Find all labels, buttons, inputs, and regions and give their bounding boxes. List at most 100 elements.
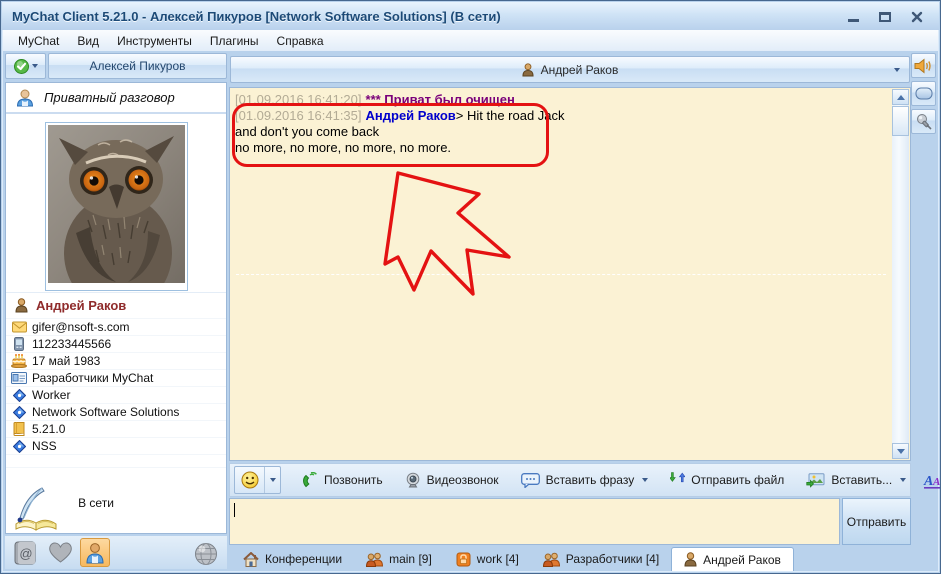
tab-conferences[interactable]: Конференции bbox=[231, 547, 354, 571]
chevron-down-icon bbox=[269, 478, 276, 482]
annotation-rect bbox=[232, 103, 549, 167]
online-status: В сети bbox=[78, 496, 114, 510]
chat-header[interactable]: Андрей Раков bbox=[230, 56, 910, 83]
detail-department: Разработчики MyChat bbox=[32, 371, 154, 385]
menu-mychat[interactable]: MyChat bbox=[9, 32, 68, 50]
detail-row-email: gifer@nsoft-s.com bbox=[6, 318, 226, 335]
right-toolbar bbox=[911, 53, 936, 569]
email-icon bbox=[6, 321, 32, 333]
compact-window-icon bbox=[915, 87, 932, 100]
info-icon bbox=[6, 439, 32, 453]
detail-row-company: Network Software Solutions bbox=[6, 403, 226, 420]
pin-icon bbox=[917, 114, 932, 130]
text-caret bbox=[234, 503, 235, 517]
phrase-bubble-icon bbox=[520, 472, 540, 488]
idcard-icon bbox=[6, 372, 32, 384]
favorites-button[interactable] bbox=[45, 538, 75, 567]
left-bottom-toolbar: @ bbox=[5, 536, 227, 569]
video-call-button[interactable]: Видеозвонок bbox=[397, 468, 507, 492]
chat-separator-line bbox=[236, 274, 886, 275]
detail-row-position: Worker bbox=[6, 386, 226, 403]
contact-name: Андрей Раков bbox=[36, 298, 127, 313]
self-name-header[interactable]: Алексей Пикуров bbox=[48, 53, 227, 79]
menu-bar: MyChat Вид Инструменты Плагины Справка bbox=[3, 30, 938, 51]
contact-card: Приватный разговор Андрей Раков gifer@ns… bbox=[5, 82, 227, 534]
insert-image-button[interactable]: Вставить... bbox=[798, 469, 914, 492]
menu-view[interactable]: Вид bbox=[68, 32, 108, 50]
call-button[interactable]: Позвонить bbox=[293, 468, 391, 492]
menu-help[interactable]: Справка bbox=[268, 32, 333, 50]
call-icon bbox=[303, 472, 317, 488]
person-icon bbox=[15, 298, 28, 313]
empty-row bbox=[6, 454, 226, 467]
detail-version: 5.21.0 bbox=[32, 422, 66, 436]
tab-main[interactable]: main [9] bbox=[354, 547, 444, 571]
chat-scrollbar[interactable] bbox=[892, 89, 909, 459]
sound-button[interactable] bbox=[911, 53, 936, 78]
arrow-up-icon bbox=[896, 94, 905, 100]
chevron-down-icon bbox=[642, 478, 649, 482]
tab-andrey-rakov[interactable]: Андрей Раков bbox=[671, 547, 794, 571]
group-icon bbox=[542, 552, 560, 567]
window-title: MyChat Client 5.21.0 - Алексей Пикуров [… bbox=[12, 8, 501, 24]
chevron-down-icon bbox=[894, 68, 900, 72]
smiley-icon bbox=[241, 471, 258, 489]
person-icon bbox=[522, 62, 534, 76]
mychat-window: MyChat Client 5.21.0 - Алексей Пикуров [… bbox=[0, 0, 941, 574]
birthday-icon bbox=[6, 354, 32, 368]
maximize-button[interactable] bbox=[873, 8, 897, 25]
compact-mode-button[interactable] bbox=[911, 81, 936, 106]
contact-info-button[interactable] bbox=[80, 538, 110, 567]
private-chat-row[interactable]: Приватный разговор bbox=[6, 83, 226, 114]
status-button[interactable] bbox=[5, 53, 46, 79]
scroll-thumb[interactable] bbox=[892, 106, 909, 136]
address-book-icon: @ bbox=[14, 541, 35, 564]
detail-company: Network Software Solutions bbox=[32, 405, 180, 419]
message-area[interactable]: [01.09.2016 16:41:20] *** Приват был очищ… bbox=[229, 87, 911, 461]
annotation-arrow bbox=[383, 171, 511, 296]
owl-photo bbox=[47, 125, 185, 311]
chevron-down-icon bbox=[31, 64, 38, 68]
info-icon bbox=[6, 405, 32, 419]
web-button[interactable] bbox=[191, 539, 221, 568]
pin-button[interactable] bbox=[911, 109, 936, 134]
close-icon bbox=[911, 11, 923, 22]
send-button[interactable]: Отправить bbox=[842, 498, 911, 545]
scroll-up-button[interactable] bbox=[892, 89, 909, 105]
detail-row-version: 5.21.0 bbox=[6, 420, 226, 437]
detail-row-department: Разработчики MyChat bbox=[6, 369, 226, 386]
phone-icon bbox=[6, 337, 32, 351]
detail-network: NSS bbox=[32, 439, 57, 453]
private-chat-label: Приватный разговор bbox=[44, 90, 175, 105]
detail-row-network: NSS bbox=[6, 437, 226, 454]
avatar bbox=[44, 122, 188, 311]
person-icon bbox=[684, 552, 697, 567]
insert-image-icon bbox=[806, 472, 825, 488]
address-book-button[interactable]: @ bbox=[10, 538, 40, 567]
empty-row bbox=[6, 467, 226, 480]
scroll-down-button[interactable] bbox=[892, 443, 909, 459]
emoticons-button[interactable] bbox=[235, 467, 265, 493]
insert-phrase-button[interactable]: Вставить фразу bbox=[513, 469, 657, 492]
tab-developers[interactable]: Разработчики [4] bbox=[531, 547, 671, 571]
chat-toolbar: Позвонить Видеозвонок Вставить фразу Отп… bbox=[229, 463, 940, 497]
composer: Отправить bbox=[229, 498, 911, 545]
message-input[interactable] bbox=[229, 498, 840, 545]
tab-work[interactable]: work [4] bbox=[444, 547, 531, 571]
arrow-down-icon bbox=[896, 448, 905, 454]
heart-icon bbox=[48, 542, 72, 563]
emoticons-dropdown[interactable] bbox=[265, 467, 280, 493]
close-button[interactable] bbox=[905, 8, 929, 25]
private-person-icon bbox=[16, 89, 34, 106]
minimize-button[interactable] bbox=[841, 8, 865, 25]
detail-email: gifer@nsoft-s.com bbox=[32, 320, 130, 334]
title-bar: MyChat Client 5.21.0 - Алексей Пикуров [… bbox=[2, 2, 939, 30]
svg-text:@: @ bbox=[19, 546, 32, 561]
group-icon bbox=[366, 552, 384, 567]
menu-tools[interactable]: Инструменты bbox=[108, 32, 201, 50]
self-name: Алексей Пикуров bbox=[89, 59, 186, 73]
send-file-button[interactable]: Отправить файл bbox=[662, 468, 792, 492]
menu-plugins[interactable]: Плагины bbox=[201, 32, 268, 50]
status-zone: В сети bbox=[6, 480, 226, 533]
info-icon bbox=[6, 388, 32, 402]
